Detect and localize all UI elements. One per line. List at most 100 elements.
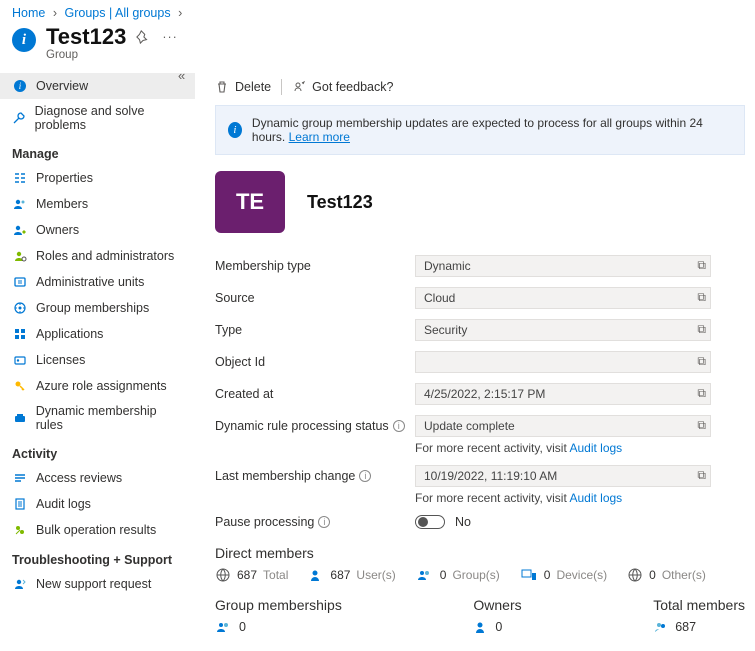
sidebar-section-troubleshoot: Troubleshooting + Support	[0, 543, 195, 571]
breadcrumb-groups[interactable]: Groups | All groups	[64, 6, 170, 20]
stat-group-memberships[interactable]: 0	[215, 619, 342, 635]
group-memberships-head: Group memberships	[215, 597, 342, 613]
dynamic-rules-icon	[12, 410, 28, 426]
copy-icon[interactable]: ⧉	[697, 322, 706, 337]
value-created-at: 4/25/2022, 2:15:17 PM⧉	[415, 383, 711, 405]
members-icon	[653, 619, 669, 635]
sidebar-label: Licenses	[36, 353, 85, 367]
bulk-icon	[12, 522, 28, 538]
sidebar-item-bulk-results[interactable]: Bulk operation results	[0, 517, 195, 543]
delete-label: Delete	[235, 80, 271, 94]
feedback-button[interactable]: Got feedback?	[292, 80, 393, 94]
sidebar-label: Applications	[36, 327, 103, 341]
pause-toggle[interactable]	[415, 515, 445, 529]
separator	[281, 79, 282, 95]
sidebar: i Overview Diagnose and solve problems M…	[0, 71, 195, 645]
copy-icon[interactable]: ⧉	[697, 354, 706, 369]
sidebar-item-applications[interactable]: Applications	[0, 321, 195, 347]
sidebar-item-members[interactable]: Members	[0, 191, 195, 217]
sidebar-label: Access reviews	[36, 471, 122, 485]
info-icon: i	[228, 122, 242, 138]
more-icon[interactable]: ···	[162, 30, 178, 44]
sidebar-item-audit-logs[interactable]: Audit logs	[0, 491, 195, 517]
sidebar-item-overview[interactable]: i Overview	[0, 73, 195, 99]
value-dyn-status: Update complete⧉	[415, 415, 711, 437]
owners-head: Owners	[473, 597, 521, 613]
main-content: Delete Got feedback? i Dynamic group mem…	[195, 71, 755, 645]
toolbar: Delete Got feedback?	[215, 73, 745, 105]
copy-icon[interactable]: ⧉	[697, 258, 706, 273]
info-icon: i	[12, 78, 28, 94]
sidebar-label: Dynamic membership rules	[36, 404, 185, 432]
stat-owners[interactable]: 0	[473, 619, 521, 635]
sidebar-section-activity: Activity	[0, 437, 195, 465]
sidebar-item-diagnose[interactable]: Diagnose and solve problems	[0, 99, 195, 137]
value-last-change: 10/19/2022, 11:19:10 AM⧉	[415, 465, 711, 487]
help-icon[interactable]: i	[393, 420, 405, 432]
user-icon	[473, 619, 489, 635]
label-pause: Pause processing i	[215, 515, 415, 529]
sidebar-label: Group memberships	[36, 301, 149, 315]
chevron-right-icon: ›	[178, 6, 182, 20]
info-banner: i Dynamic group membership updates are e…	[215, 105, 745, 155]
copy-icon[interactable]: ⧉	[697, 290, 706, 305]
delete-button[interactable]: Delete	[215, 80, 271, 94]
stat-total[interactable]: 687Total	[215, 567, 288, 583]
sidebar-section-manage: Manage	[0, 137, 195, 165]
user-icon	[308, 567, 324, 583]
pin-icon[interactable]	[136, 30, 150, 44]
stat-groups[interactable]: 0Group(s)	[416, 567, 500, 583]
sidebar-item-owners[interactable]: Owners	[0, 217, 195, 243]
copy-icon[interactable]: ⧉	[697, 418, 706, 433]
breadcrumb: Home › Groups | All groups ›	[0, 0, 755, 20]
pause-value: No	[455, 515, 471, 529]
apps-icon	[12, 326, 28, 342]
help-icon[interactable]: i	[359, 470, 371, 482]
sidebar-label: Diagnose and solve problems	[35, 104, 185, 132]
admin-units-icon	[12, 274, 28, 290]
sidebar-item-dynamic-rules[interactable]: Dynamic membership rules	[0, 399, 195, 437]
key-icon	[12, 378, 28, 394]
sidebar-item-licenses[interactable]: Licenses	[0, 347, 195, 373]
stat-devices[interactable]: 0Device(s)	[520, 567, 607, 583]
page-subtitle: Group	[46, 49, 126, 61]
sidebar-item-group-memberships[interactable]: Group memberships	[0, 295, 195, 321]
sidebar-label: Bulk operation results	[36, 523, 156, 537]
group-hero: TE Test123	[215, 171, 745, 233]
globe-icon	[627, 567, 643, 583]
copy-icon[interactable]: ⧉	[697, 468, 706, 483]
sidebar-item-adminunits[interactable]: Administrative units	[0, 269, 195, 295]
sidebar-label: Properties	[36, 171, 93, 185]
collapse-sidebar-icon[interactable]: «	[178, 68, 185, 83]
sidebar-item-support[interactable]: New support request	[0, 571, 195, 597]
groups-icon	[215, 619, 233, 635]
access-reviews-icon	[12, 470, 28, 486]
audit-logs-icon	[12, 496, 28, 512]
audit-logs-link[interactable]: Audit logs	[569, 441, 622, 455]
groups-icon	[416, 567, 434, 583]
sidebar-item-properties[interactable]: Properties	[0, 165, 195, 191]
value-source: Cloud⧉	[415, 287, 711, 309]
stat-others[interactable]: 0Other(s)	[627, 567, 706, 583]
label-type: Type	[215, 323, 415, 337]
label-source: Source	[215, 291, 415, 305]
help-icon[interactable]: i	[318, 516, 330, 528]
chevron-right-icon: ›	[53, 6, 57, 20]
stat-total-members[interactable]: 687	[653, 619, 745, 635]
value-object-id: ⧉	[415, 351, 711, 373]
sidebar-item-access-reviews[interactable]: Access reviews	[0, 465, 195, 491]
learn-more-link[interactable]: Learn more	[289, 130, 350, 144]
sidebar-label: Administrative units	[36, 275, 144, 289]
sidebar-item-azure-roles[interactable]: Azure role assignments	[0, 373, 195, 399]
globe-icon	[215, 567, 231, 583]
sidebar-label: Members	[36, 197, 88, 211]
support-icon	[12, 576, 28, 592]
hint-last-change: For more recent activity, visit Audit lo…	[415, 491, 745, 505]
stat-users[interactable]: 687User(s)	[308, 567, 395, 583]
copy-icon[interactable]: ⧉	[697, 386, 706, 401]
breadcrumb-home[interactable]: Home	[12, 6, 45, 20]
audit-logs-link[interactable]: Audit logs	[569, 491, 622, 505]
licenses-icon	[12, 352, 28, 368]
devices-icon	[520, 567, 538, 583]
sidebar-item-roles[interactable]: Roles and administrators	[0, 243, 195, 269]
